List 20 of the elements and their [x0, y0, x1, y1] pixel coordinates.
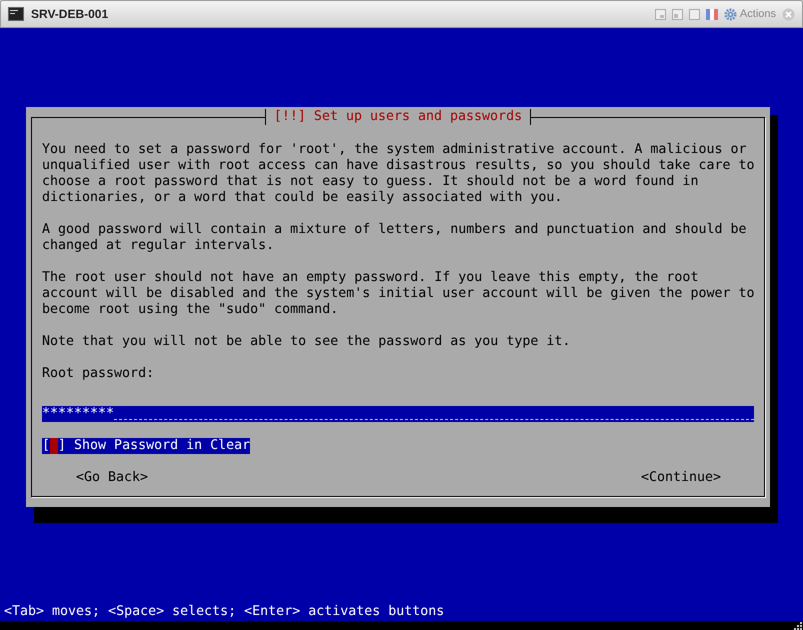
window-maximize-icon[interactable] — [688, 8, 700, 20]
close-icon[interactable] — [782, 8, 795, 20]
resize-grip-icon[interactable] — [794, 621, 803, 630]
window-title: SRV-DEB-001 — [31, 6, 108, 23]
checkbox[interactable]: [ ] Show Password in Clear — [42, 438, 250, 454]
gear-icon — [724, 8, 737, 20]
status-text: <Tab> moves; <Space> selects; <Enter> activates buttons — [3, 604, 444, 621]
window-minimize-icon[interactable] — [654, 8, 666, 20]
paragraph: Note that you will not be able to see the password as you type it. — [42, 334, 572, 350]
continue-button[interactable]: <Continue> — [640, 470, 721, 486]
paragraph: The root user should not have an empty password. If you leave this empty, the root account will be disabled and the system's initial user account will be given the power to become root using the "sudo" command. — [42, 270, 756, 318]
go-back-button[interactable]: <Go Back> — [76, 470, 148, 486]
window-restore-icon[interactable] — [672, 8, 683, 20]
flag-icon[interactable] — [706, 8, 718, 20]
terminal-icon — [8, 7, 24, 21]
dialog-title: [!!] Set up users and passwords — [264, 109, 532, 125]
field-label: Root password: — [42, 366, 156, 382]
paragraph: You need to set a password for 'root', the system administrative account. A malicious or unqualified user with root access can have disastrous results, so you should take care to choose a root password that is not easy to guess. It should not be a word found in dictionaries, or a word that could be easily associated with you. — [42, 142, 756, 206]
paragraph: A good password will contain a mixture of letters, numbers and punctuation and should be changed at regular intervals. — [42, 222, 748, 254]
password-field[interactable]: ********* — [42, 406, 754, 422]
